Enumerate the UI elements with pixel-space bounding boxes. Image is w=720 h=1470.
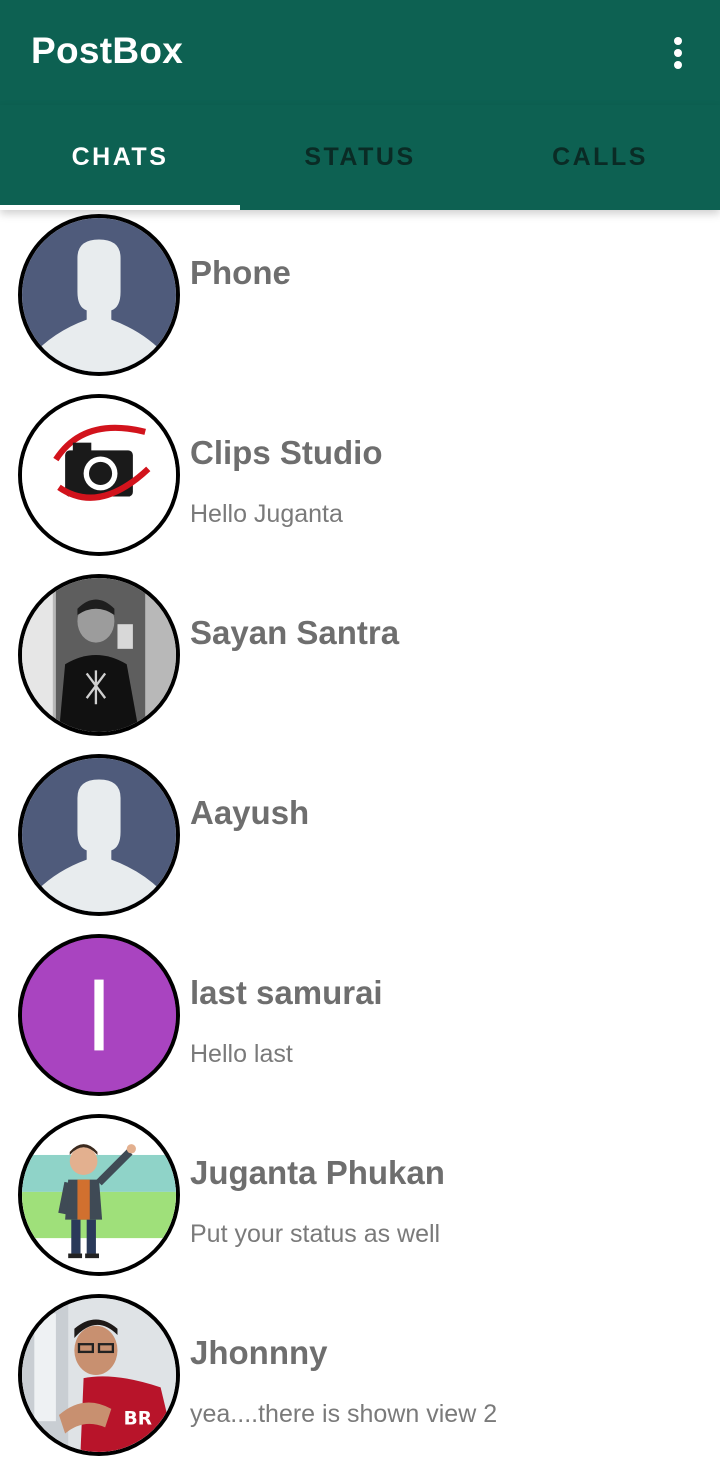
chat-last-message: Hello Juganta [190, 500, 343, 528]
chat-item-jhonnny[interactable]: BR Jhonnny yea....there is shown view 2 [0, 1290, 720, 1470]
chat-item-phone[interactable]: Phone [0, 210, 720, 390]
tab-status[interactable]: STATUS [240, 105, 480, 210]
tab-calls[interactable]: CALLS [480, 105, 720, 210]
chat-last-message: yea....there is shown view 2 [190, 1400, 498, 1428]
chat-name: Sayan Santra [190, 614, 400, 651]
more-options-icon[interactable] [658, 31, 698, 75]
app-title: PostBox [31, 30, 184, 71]
letter-avatar [18, 934, 180, 1096]
chat-item-clips-studio[interactable]: Clips Studio Hello Juganta [0, 390, 720, 570]
camera-logo-icon [18, 394, 180, 556]
chat-item-last-samurai[interactable]: last samurai Hello last [0, 930, 720, 1110]
chat-name: last samurai [190, 974, 383, 1011]
chat-name: Aayush [190, 794, 310, 831]
chat-name: Juganta Phukan [190, 1154, 445, 1191]
chat-last-message: Put your status as well [190, 1220, 441, 1248]
svg-text:BR: BR [124, 1408, 152, 1429]
avatar-photo: BR [18, 1294, 180, 1456]
chat-item-sayan-santra[interactable]: Sayan Santra [0, 570, 720, 750]
chat-name: Clips Studio [190, 434, 383, 471]
app-bar: PostBox [0, 0, 720, 105]
default-person-icon [18, 214, 180, 376]
default-person-icon [18, 754, 180, 916]
chat-item-aayush[interactable]: Aayush [0, 750, 720, 930]
chat-name: Jhonnny [190, 1334, 328, 1371]
chat-last-message: Hello last [190, 1040, 293, 1068]
chat-name: Phone [190, 254, 291, 291]
avatar-photo [18, 574, 180, 736]
tab-chats[interactable]: CHATS [0, 105, 240, 210]
chat-item-juganta-phukan[interactable]: Juganta Phukan Put your status as well [0, 1110, 720, 1290]
chat-list: Phone Clips Studio Hello Juganta Sayan S… [0, 210, 720, 1470]
tab-bar: CHATS STATUS CALLS [0, 105, 720, 210]
cartoon-avatar [18, 1114, 180, 1276]
